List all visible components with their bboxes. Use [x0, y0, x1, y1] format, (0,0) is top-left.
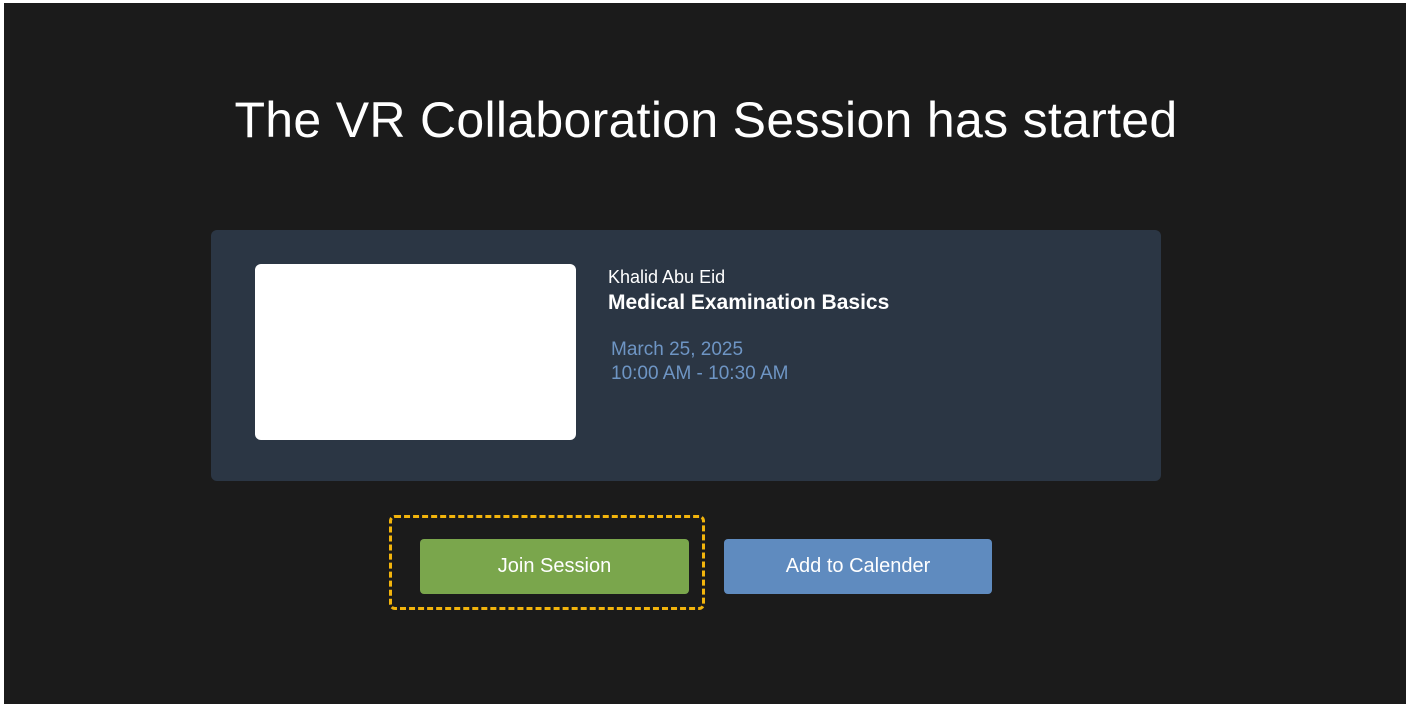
session-info: Khalid Abu Eid Medical Examination Basic…	[608, 266, 1128, 386]
session-time: 10:00 AM - 10:30 AM	[611, 363, 789, 384]
session-date: March 25, 2025	[611, 339, 744, 360]
join-session-button[interactable]: Join Session	[420, 539, 689, 594]
add-to-calendar-button[interactable]: Add to Calender	[724, 539, 992, 594]
course-title: Medical Examination Basics	[608, 291, 890, 314]
host-name: Khalid Abu Eid	[608, 267, 726, 287]
session-card: Khalid Abu Eid Medical Examination Basic…	[211, 230, 1161, 481]
session-thumbnail	[255, 264, 576, 440]
page-title: The VR Collaboration Session has started	[234, 92, 1178, 148]
